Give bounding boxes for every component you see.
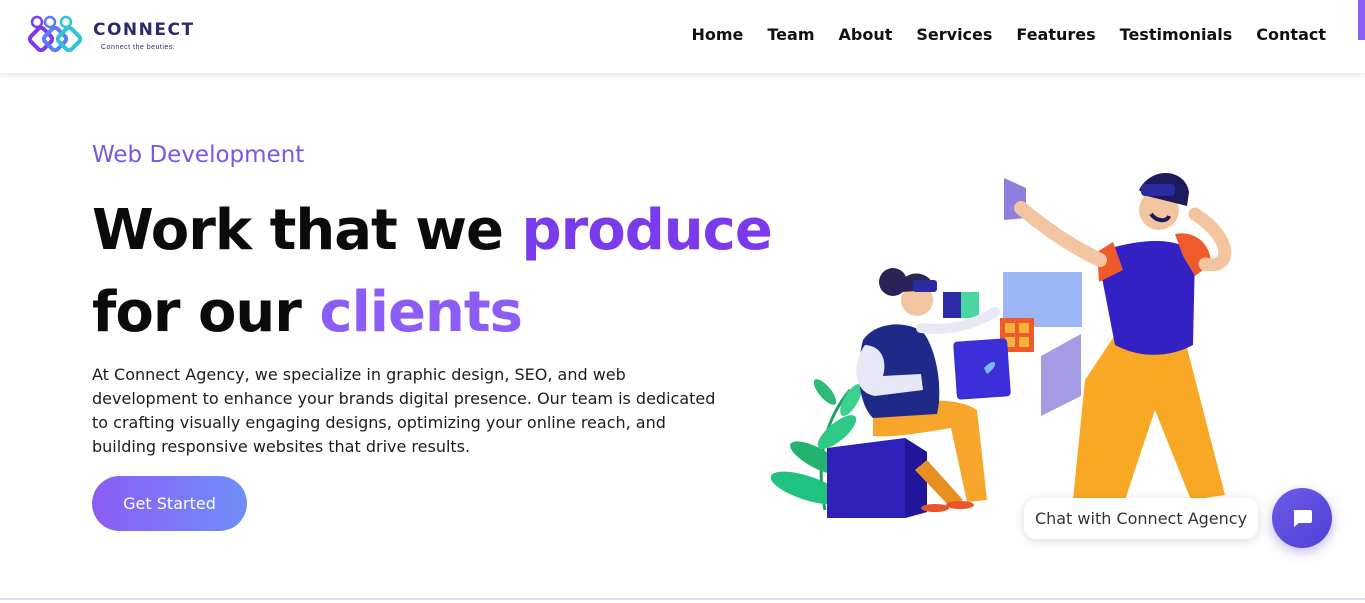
hero-description: At Connect Agency, we specialize in grap… xyxy=(92,365,716,456)
nav-home[interactable]: Home xyxy=(691,25,743,44)
floating-panel xyxy=(961,292,979,318)
main-nav: Home Team About Services Features Testim… xyxy=(667,25,1326,44)
nav-about[interactable]: About xyxy=(839,25,893,44)
get-started-button[interactable]: Get Started xyxy=(92,476,247,531)
hero-eyebrow: Web Development xyxy=(92,142,305,168)
laptop-icon xyxy=(953,338,1011,400)
site-header: CONNECT Connect the beuties. Home Team A… xyxy=(0,0,1365,73)
chat-icon xyxy=(1293,510,1312,527)
nav-testimonials[interactable]: Testimonials xyxy=(1120,25,1233,44)
brand-name: CONNECT xyxy=(93,20,195,40)
hero-headline: Work that we produce for our clients xyxy=(92,190,773,354)
headline-line2-accent: clients xyxy=(319,280,523,345)
brand-logo[interactable]: CONNECT Connect the beuties. xyxy=(28,14,198,60)
headline-line1-plain: Work that we xyxy=(92,198,522,263)
chat-prompt-bubble[interactable]: Chat with Connect Agency xyxy=(1024,498,1258,539)
section-divider xyxy=(0,598,1365,600)
nav-services[interactable]: Services xyxy=(916,25,992,44)
nav-contact[interactable]: Contact xyxy=(1256,25,1326,44)
floating-panel xyxy=(1041,334,1081,416)
headline-line1-accent: produce xyxy=(521,198,773,263)
connect-logo-icon xyxy=(28,15,83,53)
hero-illustration xyxy=(770,172,1232,518)
nav-team[interactable]: Team xyxy=(767,25,814,44)
headline-line2-plain: for our xyxy=(92,280,320,345)
nav-features[interactable]: Features xyxy=(1016,25,1095,44)
brand-tagline: Connect the beuties. xyxy=(101,44,176,51)
chat-launcher-button[interactable] xyxy=(1272,488,1332,548)
standing-figure-legs xyxy=(1073,335,1225,500)
scrollbar-thumb[interactable] xyxy=(1358,0,1365,40)
